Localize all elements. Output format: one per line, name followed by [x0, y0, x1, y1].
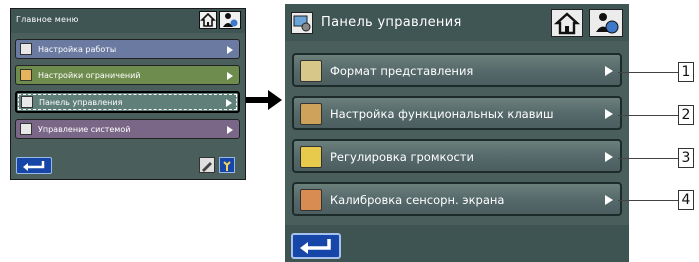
home-icon[interactable] — [199, 11, 217, 29]
calibration-icon — [300, 189, 322, 211]
control-panel-title: Панель управления — [321, 15, 462, 30]
menu-item-volume[interactable]: Регулировка громкости — [292, 139, 622, 173]
arrow-right-icon — [605, 109, 613, 119]
callout-line — [618, 200, 678, 201]
control-panel-icon — [291, 12, 313, 34]
menu-item-touchscreen-calibration[interactable]: Калибровка сенсорн. экрана — [292, 182, 622, 216]
system-management-icon — [20, 123, 32, 135]
control-panel-footer — [285, 225, 629, 262]
callout-number: 2 — [678, 105, 694, 125]
home-icon[interactable] — [551, 9, 583, 37]
arrow-right-icon — [226, 99, 232, 107]
callout-number: 1 — [678, 62, 694, 82]
tool-icon[interactable] — [199, 157, 215, 173]
user-settings-icon[interactable] — [589, 9, 623, 37]
arrow-right-icon — [227, 46, 233, 54]
arrow-right-icon — [605, 66, 613, 76]
work-settings-icon — [20, 43, 32, 55]
main-menu-title: Главное меню — [16, 15, 79, 24]
callout-line — [618, 158, 678, 159]
volume-icon — [300, 146, 322, 168]
menu-item-display-format[interactable]: Формат представления — [292, 53, 622, 87]
main-menu-screen: Главное меню Настройка работы Настройки … — [10, 8, 246, 180]
restrictions-icon — [20, 69, 32, 81]
control-panel-screen: Панель управления Формат представления Н… — [285, 4, 629, 262]
menu-item-work-settings[interactable]: Настройка работы — [15, 39, 240, 59]
navigation-arrow-icon — [246, 88, 284, 116]
control-panel-header: Панель управления — [285, 4, 629, 41]
menu-item-control-panel[interactable]: Панель управления — [15, 91, 240, 113]
arrow-right-icon — [605, 152, 613, 162]
callout-number: 4 — [678, 190, 694, 210]
callout-line — [618, 115, 678, 116]
menu-item-restrictions[interactable]: Настройки ограничений — [15, 65, 240, 85]
main-menu-header: Главное меню — [11, 9, 245, 33]
user-settings-icon[interactable] — [219, 11, 241, 29]
back-button[interactable] — [291, 233, 341, 259]
function-keys-icon — [300, 103, 322, 125]
arrow-right-icon — [227, 126, 233, 134]
menu-item-function-keys[interactable]: Настройка функциональных клавиш — [292, 96, 622, 130]
menu-item-system-management[interactable]: Управление системой — [15, 119, 240, 139]
callout-line — [618, 72, 678, 73]
arrow-right-icon — [227, 72, 233, 80]
display-format-icon — [300, 60, 322, 82]
control-panel-icon — [21, 96, 33, 108]
wrench-icon[interactable] — [219, 157, 235, 173]
callout-number: 3 — [678, 148, 694, 168]
back-button[interactable] — [16, 157, 52, 174]
arrow-right-icon — [605, 195, 613, 205]
